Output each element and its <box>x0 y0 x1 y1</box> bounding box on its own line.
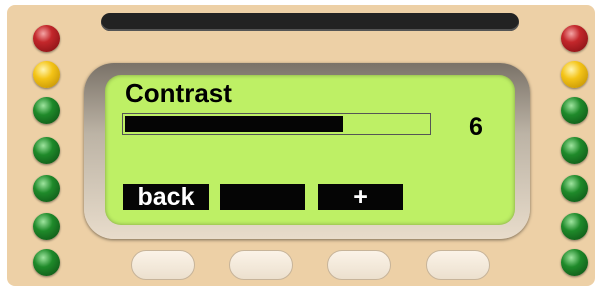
led-right-1-red-icon <box>561 25 588 52</box>
hardware-button-4[interactable] <box>426 250 490 280</box>
led-left-1-red-icon <box>33 25 60 52</box>
led-left-7-green-icon <box>33 249 60 276</box>
hardware-button-2[interactable] <box>229 250 293 280</box>
hardware-button-1[interactable] <box>131 250 195 280</box>
led-right-3-green-icon <box>561 97 588 124</box>
led-left-4-green-icon <box>33 137 60 164</box>
led-right-4-green-icon <box>561 137 588 164</box>
led-left-3-green-icon <box>33 97 60 124</box>
led-right-2-yellow-icon <box>561 61 588 88</box>
hardware-button-3[interactable] <box>327 250 391 280</box>
screen-title: Contrast <box>125 78 232 108</box>
top-slot <box>101 13 519 31</box>
plus-softkey-label: + <box>318 184 403 210</box>
middle-softkey-label <box>220 184 305 210</box>
led-right-7-green-icon <box>561 249 588 276</box>
led-right-5-green-icon <box>561 175 588 202</box>
led-left-5-green-icon <box>33 175 60 202</box>
back-softkey-label: back <box>123 184 209 210</box>
contrast-value: 6 <box>469 113 483 141</box>
led-left-6-green-icon <box>33 213 60 240</box>
led-right-6-green-icon <box>561 213 588 240</box>
contrast-level-fill <box>125 116 343 132</box>
contrast-level-bar <box>122 113 431 135</box>
led-left-2-yellow-icon <box>33 61 60 88</box>
